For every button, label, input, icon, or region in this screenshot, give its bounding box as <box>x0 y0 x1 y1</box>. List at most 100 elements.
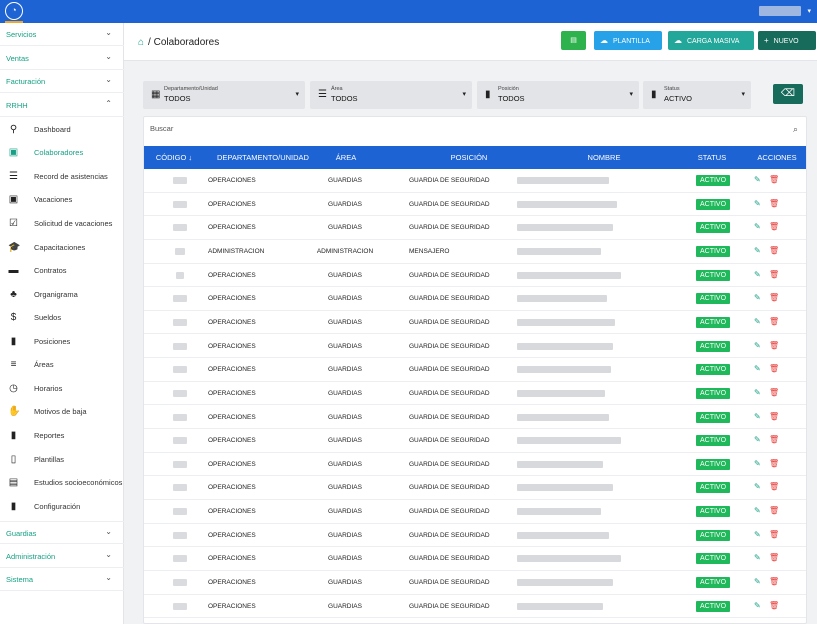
table-row[interactable]: OPERACIONESGUARDIASGUARDIA DE SEGURIDADA… <box>144 406 806 430</box>
edit-icon[interactable]: ✎ <box>754 222 761 231</box>
filter-area[interactable]: ☰ Área TODOS ▾ <box>310 81 472 109</box>
edit-icon[interactable]: ✎ <box>754 317 761 326</box>
sidebar-item[interactable]: ☑ Solicitud de vacaciones <box>0 212 124 235</box>
column-header[interactable]: ÁREA <box>320 153 372 162</box>
sidebar-section[interactable]: Administración ⌄ <box>0 545 124 568</box>
trash-icon[interactable]: 🗑 <box>769 175 779 184</box>
trash-icon[interactable]: 🗑 <box>769 553 779 562</box>
column-header[interactable]: POSICIÓN <box>426 153 512 162</box>
sidebar-section[interactable]: Guardias ⌄ <box>0 521 124 544</box>
table-row[interactable]: OPERACIONESGUARDIASGUARDIA DE SEGURIDADA… <box>144 287 806 311</box>
edit-icon[interactable]: ✎ <box>754 175 761 184</box>
nuevo-button[interactable]: + NUEVO <box>758 31 816 50</box>
edit-icon[interactable]: ✎ <box>754 435 761 444</box>
sidebar-item[interactable]: ⚲ Dashboard <box>0 118 124 141</box>
clear-filters-button[interactable]: ⌫ <box>773 84 803 104</box>
sidebar-item[interactable]: ▯ Plantillas <box>0 448 124 471</box>
table-row[interactable]: OPERACIONESGUARDIASGUARDIA DE SEGURIDADA… <box>144 311 806 335</box>
table-row[interactable]: OPERACIONESGUARDIASGUARDIA DE SEGURIDADA… <box>144 595 806 619</box>
edit-icon[interactable]: ✎ <box>754 506 761 515</box>
sidebar-section[interactable]: Sistema ⌄ <box>0 568 124 591</box>
trash-icon[interactable]: 🗑 <box>769 222 779 231</box>
trash-icon[interactable]: 🗑 <box>769 364 779 373</box>
edit-icon[interactable]: ✎ <box>754 530 761 539</box>
sidebar-item[interactable]: ◷ Horarios <box>0 377 124 400</box>
sidebar-section[interactable]: RRHH ⌃ <box>0 94 124 118</box>
sidebar-section[interactable]: Ventas ⌄ <box>0 47 124 70</box>
sidebar-item[interactable]: ▣ Vacaciones <box>0 188 124 211</box>
edit-icon[interactable]: ✎ <box>754 601 761 610</box>
table-row[interactable]: OPERACIONESGUARDIASGUARDIA DE SEGURIDADA… <box>144 500 806 524</box>
user-menu-name[interactable] <box>759 6 801 16</box>
edit-icon[interactable]: ✎ <box>754 364 761 373</box>
edit-icon[interactable]: ✎ <box>754 459 761 468</box>
trash-icon[interactable]: 🗑 <box>769 577 779 586</box>
trash-icon[interactable]: 🗑 <box>769 388 779 397</box>
table-row[interactable]: OPERACIONESGUARDIASGUARDIA DE SEGURIDADA… <box>144 453 806 477</box>
column-header[interactable]: ACCIONES <box>752 153 802 162</box>
filter-posicion[interactable]: ▮ Posición TODOS ▾ <box>477 81 639 109</box>
edit-icon[interactable]: ✎ <box>754 412 761 421</box>
table-row[interactable]: OPERACIONESGUARDIASGUARDIA DE SEGURIDADA… <box>144 193 806 217</box>
edit-icon[interactable]: ✎ <box>754 270 761 279</box>
trash-icon[interactable]: 🗑 <box>769 341 779 350</box>
column-header[interactable]: CÓDIGO ↓ <box>150 153 198 162</box>
edit-icon[interactable]: ✎ <box>754 199 761 208</box>
search-icon[interactable]: ⌕ <box>793 124 798 135</box>
trash-icon[interactable]: 🗑 <box>769 270 779 279</box>
edit-icon[interactable]: ✎ <box>754 553 761 562</box>
edit-icon[interactable]: ✎ <box>754 341 761 350</box>
table-row[interactable]: OPERACIONESGUARDIASGUARDIA DE SEGURIDADA… <box>144 335 806 359</box>
trash-icon[interactable]: 🗑 <box>769 293 779 302</box>
table-row[interactable]: OPERACIONESGUARDIASGUARDIA DE SEGURIDADA… <box>144 524 806 548</box>
sidebar-item[interactable]: ♣ Organigrama <box>0 283 124 306</box>
edit-icon[interactable]: ✎ <box>754 246 761 255</box>
app-logo-icon[interactable]: ◔ <box>5 2 23 20</box>
column-header[interactable]: NOMBRE <box>554 153 654 162</box>
table-row[interactable]: OPERACIONESGUARDIASGUARDIA DE SEGURIDADA… <box>144 216 806 240</box>
trash-icon[interactable]: 🗑 <box>769 435 779 444</box>
table-row[interactable]: OPERACIONESGUARDIASGUARDIA DE SEGURIDADA… <box>144 547 806 571</box>
search-input[interactable] <box>150 124 750 133</box>
sidebar-item[interactable]: ▮ Configuración <box>0 495 124 518</box>
sidebar-item[interactable]: 🎓 Capacitaciones <box>0 236 124 259</box>
table-row[interactable]: ADMINISTRACION ADMINISTRACION MENSAJERO ACT… <box>144 240 806 264</box>
trash-icon[interactable]: 🗑 <box>769 199 779 208</box>
trash-icon[interactable]: 🗑 <box>769 246 779 255</box>
filter-departamento[interactable]: ▦ Departamento/Unidad TODOS ▾ <box>143 81 305 109</box>
sidebar-item[interactable]: ≡ Áreas <box>0 353 124 376</box>
table-row[interactable]: OPERACIONESGUARDIASGUARDIA DE SEGURIDADA… <box>144 169 806 193</box>
sidebar-item[interactable]: ☰ Record de asistencias <box>0 165 124 188</box>
sidebar-item[interactable]: ▮ Posiciones <box>0 330 124 353</box>
edit-icon[interactable]: ✎ <box>754 293 761 302</box>
plantilla-button[interactable]: ☁ PLANTILLA <box>594 31 662 50</box>
sidebar-item[interactable]: ▣ Colaboradores <box>0 141 124 164</box>
table-row[interactable]: OPERACIONESGUARDIASGUARDIA DE SEGURIDADA… <box>144 571 806 595</box>
export-excel-button[interactable]: ▤ <box>561 31 586 50</box>
sidebar-item[interactable]: $ Sueldos <box>0 306 124 329</box>
column-header[interactable]: STATUS <box>692 153 732 162</box>
sidebar-item[interactable]: ▬ Contratos <box>0 259 124 282</box>
filter-status[interactable]: ▮ Status ACTIVO ▾ <box>643 81 751 109</box>
table-row[interactable]: OPERACIONESGUARDIASGUARDIA DE SEGURIDADA… <box>144 476 806 501</box>
trash-icon[interactable]: 🗑 <box>769 482 779 491</box>
table-row[interactable]: OPERACIONESGUARDIASGUARDIA DE SEGURIDADA… <box>144 358 806 382</box>
table-row[interactable]: OPERACIONESGUARDIASGUARDIA DE SEGURIDADA… <box>144 429 806 453</box>
carga-masiva-button[interactable]: ☁ CARGA MASIVA <box>668 31 754 50</box>
column-header[interactable]: DEPARTAMENTO/UNIDAD <box>208 153 318 162</box>
chevron-down-icon[interactable]: ▾ <box>807 7 811 15</box>
home-icon[interactable]: ⌂ <box>138 37 144 48</box>
table-row[interactable]: OPERACIONESGUARDIASGUARDIA DE SEGURIDADA… <box>144 264 806 288</box>
sidebar-item[interactable]: ✋ Motivos de baja <box>0 400 124 423</box>
edit-icon[interactable]: ✎ <box>754 577 761 586</box>
edit-icon[interactable]: ✎ <box>754 388 761 397</box>
sidebar-section[interactable]: Facturación ⌄ <box>0 70 124 94</box>
trash-icon[interactable]: 🗑 <box>769 601 779 610</box>
sidebar-section[interactable]: Servicios ⌄ <box>0 23 124 46</box>
trash-icon[interactable]: 🗑 <box>769 412 779 421</box>
table-row[interactable]: OPERACIONESGUARDIASGUARDIA DE SEGURIDADA… <box>144 618 806 623</box>
sidebar-item[interactable]: ▮ Reportes <box>0 424 124 447</box>
trash-icon[interactable]: 🗑 <box>769 459 779 468</box>
trash-icon[interactable]: 🗑 <box>769 530 779 539</box>
trash-icon[interactable]: 🗑 <box>769 317 779 326</box>
